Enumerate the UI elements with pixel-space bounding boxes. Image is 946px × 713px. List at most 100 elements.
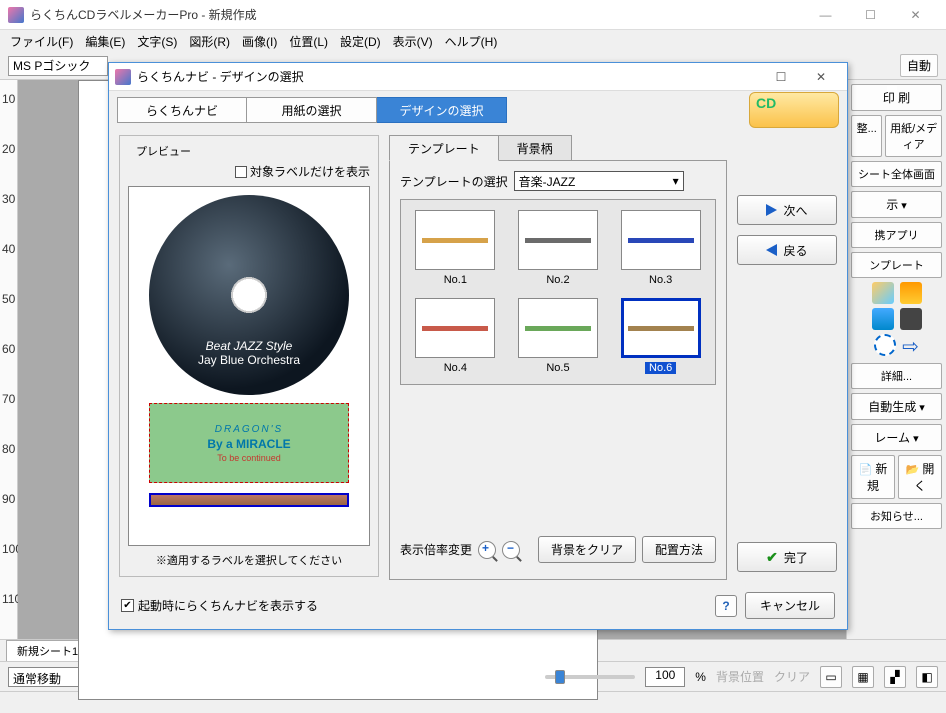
font-combo[interactable]: MS Pゴシック: [8, 56, 108, 76]
close-button[interactable]: ✕: [893, 1, 938, 29]
menu-position[interactable]: 位置(L): [283, 30, 334, 53]
subtab-template[interactable]: テンプレート: [389, 135, 499, 161]
detail-button[interactable]: 詳細...: [851, 363, 942, 389]
right-dock: 印 刷 整... 用紙/メディア シート全体画面 示 ▾ 携アプリ ンプレート …: [846, 80, 946, 639]
arrow-right-icon: [766, 204, 777, 216]
wizard-tab-navi[interactable]: らくちんナビ: [117, 97, 247, 123]
wizard-side-buttons: 次へ 戻る ✔完了: [737, 135, 837, 580]
arrow-left-icon: [766, 244, 777, 256]
template-label: No.1: [444, 274, 467, 286]
auto-button[interactable]: 自動: [900, 54, 938, 77]
zoom-label: 表示倍率変更: [400, 541, 472, 558]
menu-file[interactable]: ファイル(F): [4, 30, 79, 53]
print-button[interactable]: 印 刷: [851, 84, 942, 111]
show-combo[interactable]: 示 ▾: [851, 191, 942, 218]
subtab-pattern[interactable]: 背景柄: [498, 135, 572, 160]
template-label: No.2: [546, 274, 569, 286]
template-label: No.4: [444, 362, 467, 374]
dialog-titlebar: らくちんナビ - デザインの選択 ☐ ✕: [109, 63, 847, 91]
menu-settings[interactable]: 設定(D): [334, 30, 387, 53]
bg-pos-label: 背景位置: [716, 668, 764, 685]
help-button[interactable]: ?: [715, 595, 737, 617]
arrow-tool-icon[interactable]: ⇨: [902, 334, 919, 359]
new-button[interactable]: 📄 新規: [851, 455, 895, 499]
menu-view[interactable]: 表示(V): [387, 30, 439, 53]
opacity-value[interactable]: 100: [645, 667, 685, 687]
camera-icon[interactable]: [900, 308, 922, 330]
template-item-6[interactable]: No.6: [616, 298, 705, 374]
preview-pane: プレビュー 対象ラベルだけを表示 Beat JAZZ Style Jay Blu…: [119, 135, 379, 580]
tool-btn-2[interactable]: ▦: [852, 666, 874, 688]
sheet-full-button[interactable]: シート全体画面: [851, 161, 942, 187]
menubar: ファイル(F) 編集(E) 文字(S) 図形(R) 画像(I) 位置(L) 設定…: [0, 30, 946, 52]
template-item-4[interactable]: No.4: [411, 298, 500, 374]
wizard-tab-paper[interactable]: 用紙の選択: [247, 97, 377, 123]
zoom-out-icon[interactable]: [502, 541, 520, 559]
template-label: No.5: [546, 362, 569, 374]
disc-preview: Beat JAZZ Style Jay Blue Orchestra: [149, 195, 349, 395]
template-select-label: テンプレートの選択: [400, 173, 508, 190]
clear-label: クリア: [774, 668, 810, 685]
dialog-title: らくちんナビ - デザインの選択: [137, 68, 761, 85]
tool-icon-2[interactable]: [872, 308, 894, 330]
tool-btn-3[interactable]: ▞: [884, 666, 906, 688]
wizard-tab-design[interactable]: デザインの選択: [377, 97, 507, 123]
frame-button[interactable]: レーム ▾: [851, 424, 942, 451]
preview-image[interactable]: Beat JAZZ Style Jay Blue Orchestra DRAGO…: [128, 186, 370, 546]
dialog-close-button[interactable]: ✕: [801, 65, 841, 89]
template-thumb: [621, 210, 701, 270]
template-item-2[interactable]: No.2: [514, 210, 603, 286]
tool-icon-1[interactable]: [900, 282, 922, 304]
template-thumb: [518, 298, 598, 358]
template-category-combo[interactable]: 音楽-JAZZ▾: [514, 171, 684, 191]
dialog-footer: ✔起動時にらくちんナビを表示する ? キャンセル: [109, 586, 847, 629]
autogen-button[interactable]: 自動生成 ▾: [851, 393, 942, 420]
minimize-button[interactable]: —: [803, 1, 848, 29]
open-button[interactable]: 📂 開く: [898, 455, 942, 499]
done-button[interactable]: ✔完了: [737, 542, 837, 572]
template-thumb: [415, 210, 495, 270]
case-label-preview: DRAGON'S By a MIRACLE To be continued: [149, 403, 349, 483]
app-title: らくちんCDラベルメーカーPro - 新規作成: [30, 6, 803, 23]
template-label: No.6: [645, 362, 676, 374]
design-select-dialog: らくちんナビ - デザインの選択 ☐ ✕ らくちんナビ 用紙の選択 デザインの選…: [108, 62, 848, 630]
adjust-button[interactable]: 整...: [851, 115, 882, 157]
cancel-button[interactable]: キャンセル: [745, 592, 835, 619]
menu-image[interactable]: 画像(I): [236, 30, 283, 53]
spine-preview: [149, 493, 349, 507]
layout-method-button[interactable]: 配置方法: [642, 536, 716, 563]
template-thumb: [518, 210, 598, 270]
menu-edit[interactable]: 編集(E): [79, 30, 131, 53]
template-thumb: [621, 298, 701, 358]
show-target-checkbox[interactable]: 対象ラベルだけを表示: [235, 163, 370, 180]
titlebar: らくちんCDラベルメーカーPro - 新規作成 — ☐ ✕: [0, 0, 946, 30]
clear-bg-button[interactable]: 背景をクリア: [538, 536, 636, 563]
circle-tool-icon[interactable]: [874, 334, 896, 356]
template-pane: テンプレート 背景柄 テンプレートの選択 音楽-JAZZ▾ No.1 No.2 No…: [389, 135, 727, 580]
tool-btn-4[interactable]: ◧: [916, 666, 938, 688]
check-icon: ✔: [766, 549, 778, 566]
move-mode-combo[interactable]: 通常移動: [8, 667, 88, 687]
tab-sheet-1[interactable]: 新規シート1: [6, 640, 89, 662]
template-tab[interactable]: ンプレート: [851, 252, 942, 278]
media-button[interactable]: 用紙/メディア: [885, 115, 942, 157]
opacity-slider[interactable]: [545, 675, 635, 679]
notice-button[interactable]: お知らせ...: [851, 503, 942, 529]
startup-checkbox[interactable]: ✔起動時にらくちんナビを表示する: [121, 597, 318, 614]
app-icon: [8, 7, 24, 23]
maximize-button[interactable]: ☐: [848, 1, 893, 29]
menu-help[interactable]: ヘルプ(H): [439, 30, 504, 53]
template-item-3[interactable]: No.3: [616, 210, 705, 286]
image-icon[interactable]: [872, 282, 894, 304]
template-item-5[interactable]: No.5: [514, 298, 603, 374]
preview-note: ※適用するラベルを選択してください: [128, 552, 370, 568]
menu-text[interactable]: 文字(S): [131, 30, 183, 53]
related-apps-tab[interactable]: 携アプリ: [851, 222, 942, 248]
next-button[interactable]: 次へ: [737, 195, 837, 225]
menu-shape[interactable]: 図形(R): [183, 30, 236, 53]
zoom-in-icon[interactable]: [478, 541, 496, 559]
tool-btn-1[interactable]: ▭: [820, 666, 842, 688]
dialog-maximize-button[interactable]: ☐: [761, 65, 801, 89]
back-button[interactable]: 戻る: [737, 235, 837, 265]
template-item-1[interactable]: No.1: [411, 210, 500, 286]
